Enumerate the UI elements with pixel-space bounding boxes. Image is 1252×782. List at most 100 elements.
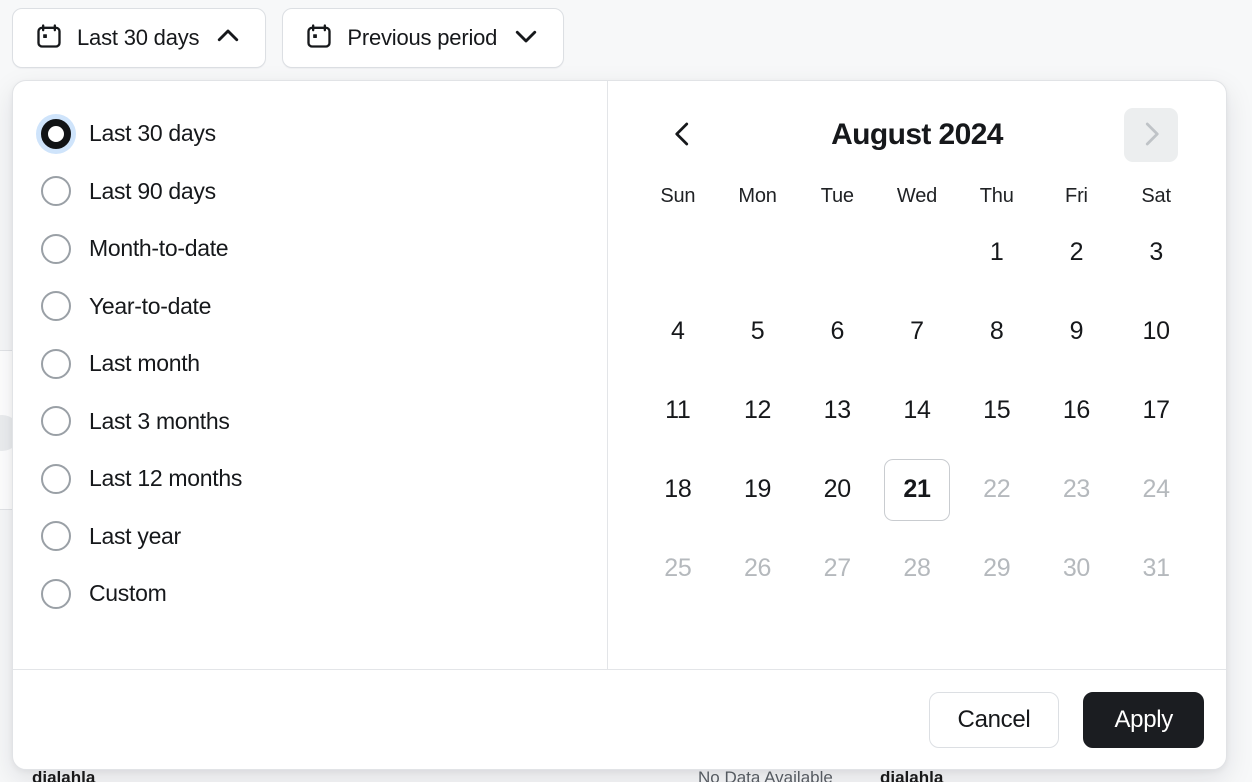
calendar-grid: 1 2 3 4 5 6 7 8 9 10 11 12 13 14 15 16 17 18 19 20 21 22 23 24 2… bbox=[638, 218, 1196, 603]
preset-option-year-to-date[interactable]: Year-to-date bbox=[13, 278, 607, 336]
preset-option-last-90-days[interactable]: Last 90 days bbox=[13, 163, 607, 221]
calendar-day[interactable]: 17 bbox=[1123, 380, 1189, 442]
calendar-day[interactable]: 7 bbox=[884, 301, 950, 363]
calendar-day[interactable]: 1 bbox=[964, 222, 1030, 284]
next-month-button[interactable] bbox=[1123, 108, 1178, 162]
chevron-down-icon bbox=[511, 21, 541, 56]
calendar-panel: August 2024 Sun Mon Tue Wed Thu Fri Sat 123456… bbox=[608, 81, 1226, 669]
radio-button[interactable] bbox=[41, 176, 71, 207]
calendar-day-disabled: 28 bbox=[903, 554, 931, 582]
calendar-day-cell: 13 bbox=[797, 376, 877, 445]
calendar-day-disabled: 30 bbox=[1062, 554, 1091, 582]
calendar-day-cell: 21 bbox=[877, 455, 957, 524]
calendar-day[interactable]: 11 bbox=[645, 380, 711, 442]
calendar-day[interactable]: 10 bbox=[1123, 301, 1189, 363]
preset-option-label: Year-to-date bbox=[89, 292, 212, 319]
calendar-day[interactable]: 19 bbox=[725, 459, 791, 521]
background-bottom-row: dialahla No Data Available dialahla bbox=[0, 768, 1252, 782]
preset-option-custom[interactable]: Custom bbox=[13, 565, 607, 623]
radio-button[interactable] bbox=[41, 348, 71, 379]
calendar-day[interactable]: 20 bbox=[804, 459, 870, 521]
date-range-trigger-button[interactable]: Last 30 days bbox=[12, 8, 267, 68]
calendar-day-disabled: 25 bbox=[664, 554, 692, 582]
radio-button-selected[interactable] bbox=[41, 118, 71, 149]
calendar-day-cell: 20 bbox=[797, 455, 877, 524]
preset-option-last-3-months[interactable]: Last 3 months bbox=[13, 393, 607, 451]
preset-option-month-to-date[interactable]: Month-to-date bbox=[13, 220, 607, 278]
radio-button[interactable] bbox=[41, 406, 71, 437]
calendar-month-year-title: August 2024 bbox=[831, 118, 1003, 151]
radio-button[interactable] bbox=[41, 463, 71, 494]
preset-option-label: Last year bbox=[89, 522, 181, 549]
calendar-day-empty bbox=[645, 222, 711, 284]
calendar-day[interactable]: 3 bbox=[1123, 222, 1189, 284]
radio-button[interactable] bbox=[41, 233, 71, 264]
calendar-day-cell bbox=[638, 218, 718, 287]
chevron-left-icon bbox=[668, 119, 698, 152]
comparison-period-trigger-label: Previous period bbox=[347, 25, 498, 50]
preset-option-label: Last 3 months bbox=[89, 407, 230, 434]
calendar-day-disabled: 24 bbox=[1142, 475, 1171, 503]
background-text-fragment-bottom-2: No Data Available bbox=[698, 768, 833, 782]
calendar-day[interactable]: 4 bbox=[645, 301, 711, 363]
calendar-day[interactable]: 18 bbox=[645, 459, 711, 521]
calendar-day-cell: 27 bbox=[797, 534, 877, 603]
calendar-day[interactable]: 9 bbox=[1043, 301, 1109, 363]
calendar-day[interactable]: 8 bbox=[964, 301, 1030, 363]
calendar-header: August 2024 bbox=[638, 99, 1196, 171]
comparison-period-trigger-button[interactable]: Previous period bbox=[282, 8, 565, 68]
background-text-fragment-bottom-1: dialahla bbox=[32, 768, 96, 782]
calendar-day[interactable]: 6 bbox=[804, 301, 870, 363]
calendar-day-cell bbox=[877, 218, 957, 287]
calendar-day[interactable]: 16 bbox=[1043, 380, 1109, 442]
calendar-day[interactable]: 2 bbox=[1043, 222, 1109, 284]
date-range-toolbar: Last 30 days Previous period bbox=[12, 8, 565, 68]
calendar-day[interactable]: 12 bbox=[725, 380, 791, 442]
calendar-day-cell: 17 bbox=[1116, 376, 1196, 445]
preset-option-last-year[interactable]: Last year bbox=[13, 508, 607, 566]
weekday-header-tue: Tue bbox=[820, 185, 854, 207]
preset-option-label: Last 12 months bbox=[89, 465, 243, 492]
calendar-day-cell: 16 bbox=[1037, 376, 1117, 445]
chevron-right-icon bbox=[1136, 119, 1166, 152]
calendar-day[interactable]: 14 bbox=[884, 380, 950, 442]
calendar-week-row: 11 12 13 14 15 16 17 bbox=[638, 376, 1196, 445]
calendar-icon bbox=[35, 22, 63, 55]
calendar-day-cell: 6 bbox=[797, 297, 877, 366]
calendar-day-selected[interactable]: 21 bbox=[883, 458, 950, 521]
picker-footer: Cancel Apply bbox=[13, 669, 1226, 769]
preset-option-label: Last 90 days bbox=[89, 177, 216, 204]
radio-button[interactable] bbox=[41, 291, 71, 322]
preset-option-label: Month-to-date bbox=[89, 235, 229, 262]
preset-option-last-month[interactable]: Last month bbox=[13, 335, 607, 393]
calendar-day-cell: 29 bbox=[957, 534, 1037, 603]
calendar-icon bbox=[305, 22, 333, 55]
calendar-day[interactable]: 5 bbox=[725, 301, 791, 363]
calendar-day-disabled: 29 bbox=[983, 554, 1011, 582]
calendar-day-cell: 14 bbox=[877, 376, 957, 445]
calendar-day-empty bbox=[725, 222, 791, 284]
calendar-day-cell: 7 bbox=[877, 297, 957, 366]
radio-button[interactable] bbox=[41, 521, 71, 552]
calendar-day-cell: 23 bbox=[1037, 455, 1117, 524]
calendar-day-cell: 9 bbox=[1037, 297, 1117, 366]
previous-month-button[interactable] bbox=[656, 108, 710, 162]
date-range-picker-body: Last 30 days Last 90 days Month-to-date Yea… bbox=[13, 81, 1226, 669]
calendar-day-disabled: 23 bbox=[1062, 475, 1091, 503]
cancel-button[interactable]: Cancel bbox=[928, 691, 1060, 748]
calendar-day-cell: 19 bbox=[718, 455, 798, 524]
calendar-day-cell: 1 bbox=[957, 218, 1037, 287]
preset-option-last-12-months[interactable]: Last 12 months bbox=[13, 450, 607, 508]
calendar-day-cell: 5 bbox=[718, 297, 798, 366]
calendar-day-empty bbox=[884, 222, 950, 284]
radio-button[interactable] bbox=[41, 578, 71, 609]
calendar-day[interactable]: 13 bbox=[804, 380, 870, 442]
apply-button[interactable]: Apply bbox=[1083, 691, 1204, 748]
preset-option-last-30-days[interactable]: Last 30 days bbox=[13, 105, 607, 163]
calendar-week-row: 18 19 20 21 22 23 24 bbox=[638, 455, 1196, 524]
calendar-day-empty bbox=[804, 222, 870, 284]
calendar-day-disabled: 31 bbox=[1142, 554, 1171, 582]
calendar-day[interactable]: 15 bbox=[964, 380, 1030, 442]
preset-option-label: Last month bbox=[89, 350, 200, 377]
calendar-day-cell: 4 bbox=[638, 297, 718, 366]
